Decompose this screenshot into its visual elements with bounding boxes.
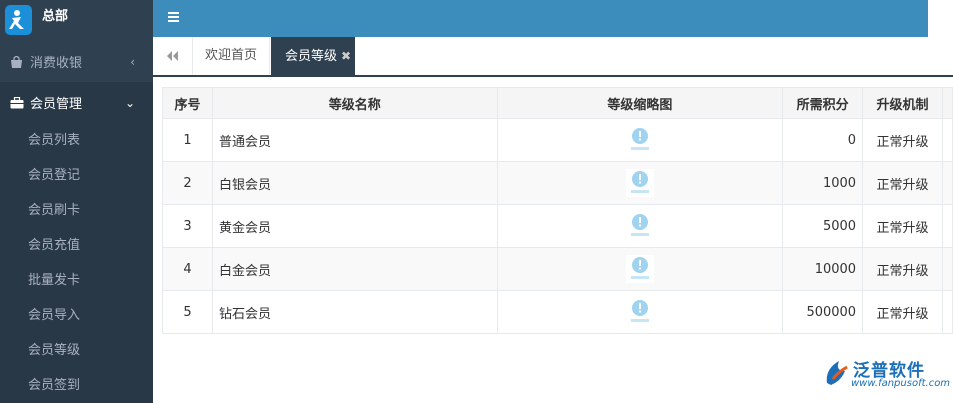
menu-toggle-icon[interactable]	[168, 12, 179, 22]
cell-points: 0	[782, 118, 864, 162]
cell-mechanism: 正常升级	[862, 204, 943, 248]
image-placeholder-icon	[625, 255, 654, 283]
cell-edge	[941, 118, 953, 162]
table-header-row: 序号 等级名称 等级缩略图 所需积分 升级机制	[162, 87, 953, 119]
column-header-name[interactable]: 等级名称	[211, 87, 498, 119]
logo-icon	[5, 5, 32, 35]
cell-name: 普通会员	[211, 118, 498, 162]
cell-name: 黄金会员	[211, 204, 498, 248]
tab-member-levels[interactable]: 会员等级 ✖	[271, 37, 355, 75]
cell-no: 4	[162, 247, 213, 291]
sidebar-item-member-list[interactable]: 会员列表	[0, 123, 153, 158]
cell-points: 5000	[782, 204, 864, 248]
tab-welcome[interactable]: 欢迎首页	[193, 37, 270, 75]
cell-points: 10000	[782, 247, 864, 291]
watermark-url: www.fanpusoft.com	[851, 378, 951, 389]
briefcase-icon	[10, 96, 24, 109]
sidebar-item-recharge[interactable]: 会员充值	[0, 228, 153, 263]
cell-name: 钻石会员	[211, 290, 498, 334]
cell-edge	[941, 247, 953, 291]
cell-no: 3	[162, 204, 213, 248]
sidebar-item-batch-cards[interactable]: 批量发卡	[0, 263, 153, 298]
cell-no: 5	[162, 290, 213, 334]
image-placeholder-icon	[625, 169, 654, 197]
column-header-points[interactable]: 所需积分	[782, 87, 864, 119]
cell-thumbnail	[496, 161, 784, 205]
cell-mechanism: 正常升级	[862, 247, 943, 291]
sidebar-item-member-register[interactable]: 会员登记	[0, 158, 153, 193]
cell-thumbnail	[496, 290, 784, 334]
cell-mechanism: 正常升级	[862, 118, 943, 162]
close-icon[interactable]: ✖	[341, 49, 351, 63]
chevron-down-icon: ⌄	[124, 95, 135, 110]
cell-edge	[941, 161, 953, 205]
cell-edge	[941, 290, 953, 334]
cell-points: 500000	[782, 290, 864, 334]
cell-points: 1000	[782, 161, 864, 205]
nav-group-checkout[interactable]: 消费收银 ‹	[0, 41, 153, 82]
watermark: 泛普软件 www.fanpusoft.com	[823, 355, 951, 395]
cell-thumbnail	[496, 204, 784, 248]
column-header-thumbnail[interactable]: 等级缩略图	[496, 87, 784, 119]
cell-name: 白金会员	[211, 247, 498, 291]
cell-mechanism: 正常升级	[862, 161, 943, 205]
cell-name: 白银会员	[211, 161, 498, 205]
image-placeholder-icon	[626, 298, 654, 326]
image-placeholder-icon	[626, 126, 654, 154]
nav-group-label: 会员管理	[30, 97, 83, 112]
fanpu-logo-icon	[826, 361, 848, 385]
tab-scroll-left-button[interactable]	[153, 37, 193, 75]
cell-thumbnail	[496, 247, 784, 291]
members-submenu: 会员列表 会员登记 会员刷卡 会员充值 批量发卡 会员导入 会员等级 会员签到	[0, 123, 153, 403]
column-header-edge	[941, 87, 953, 119]
table-row[interactable]: 3 黄金会员 5000 正常升级	[162, 204, 953, 248]
tab-label: 会员等级	[285, 49, 338, 64]
table-row[interactable]: 5 钻石会员 500000 正常升级	[162, 290, 953, 334]
cell-thumbnail	[496, 118, 784, 162]
table-row[interactable]: 4 白金会员 10000 正常升级	[162, 247, 953, 291]
nav-group-label: 消费收银	[30, 56, 83, 71]
table-row[interactable]: 1 普通会员 0 正常升级	[162, 118, 953, 162]
top-header	[153, 0, 928, 37]
sidebar-item-checkin[interactable]: 会员签到	[0, 368, 153, 403]
sidebar: 总部 消费收银 ‹ 会员管理 ⌄ 会员列表 会员登记 会员刷卡 会员充值 批量发…	[0, 0, 153, 403]
brand: 总部	[0, 0, 153, 41]
cell-edge	[941, 204, 953, 248]
cell-mechanism: 正常升级	[862, 290, 943, 334]
cell-no: 1	[162, 118, 213, 162]
chevron-left-icon: ‹	[130, 54, 135, 69]
bag-icon	[10, 55, 24, 68]
sidebar-item-import[interactable]: 会员导入	[0, 298, 153, 333]
column-header-no[interactable]: 序号	[162, 87, 213, 119]
sidebar-item-member-levels[interactable]: 会员等级	[0, 333, 153, 368]
sidebar-item-card-swipe[interactable]: 会员刷卡	[0, 193, 153, 228]
tab-bar: 欢迎首页 会员等级 ✖	[153, 37, 953, 77]
double-chevron-left-icon	[166, 51, 178, 61]
column-header-mechanism[interactable]: 升级机制	[862, 87, 943, 119]
cell-no: 2	[162, 161, 213, 205]
table-row[interactable]: 2 白银会员 1000 正常升级	[162, 161, 953, 205]
brand-name: 总部	[42, 9, 69, 24]
nav-group-members[interactable]: 会员管理 ⌄	[0, 82, 153, 123]
image-placeholder-icon	[626, 212, 654, 240]
member-level-table: 序号 等级名称 等级缩略图 所需积分 升级机制 1 普通会员 0 正常升级 2 …	[162, 87, 953, 334]
